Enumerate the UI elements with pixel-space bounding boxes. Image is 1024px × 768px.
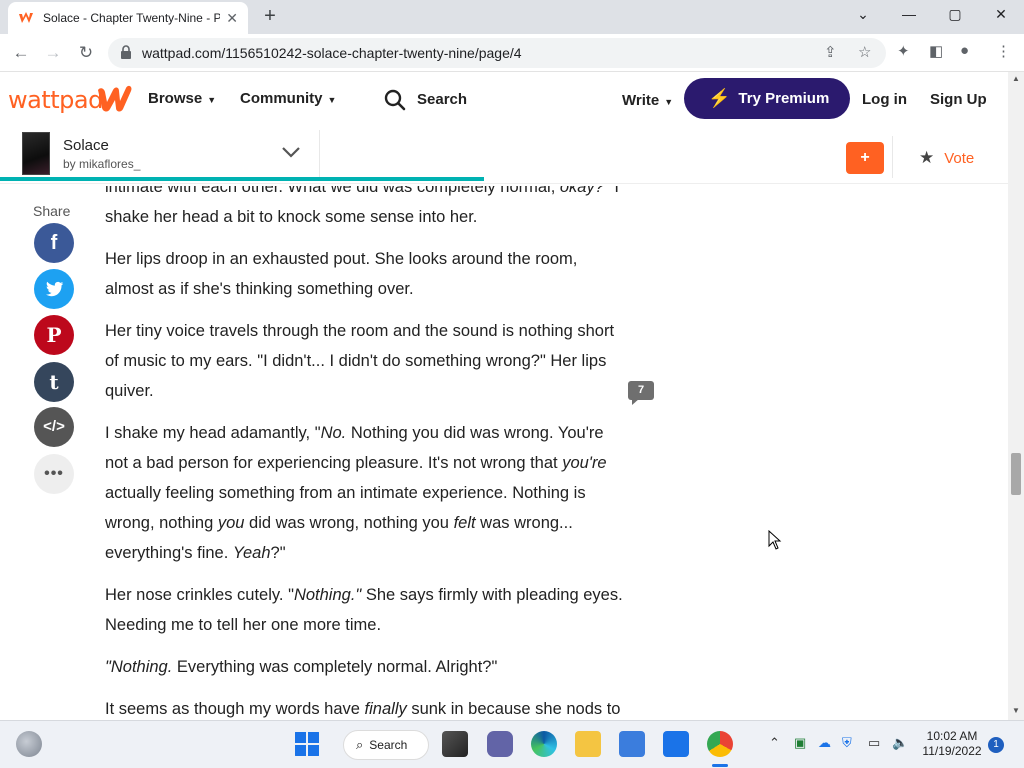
story-title[interactable]: Solace — [63, 137, 109, 154]
maximize-button[interactable]: ▢ — [932, 0, 978, 30]
tray-chevron-up-icon[interactable]: ⌃ — [769, 735, 780, 751]
chevron-down-icon: ▼ — [664, 97, 674, 107]
browser-tabstrip: Solace - Chapter Twenty-Nine - P ✕ + ⌄ —… — [0, 0, 1024, 34]
notification-badge[interactable]: 1 — [988, 737, 1004, 753]
reload-icon[interactable]: ↻ — [73, 40, 99, 66]
browse-menu[interactable]: Browse ▼ — [148, 90, 216, 107]
story-cover-image[interactable] — [22, 132, 50, 175]
chevron-down-icon[interactable] — [281, 145, 301, 159]
browser-tab[interactable]: Solace - Chapter Twenty-Nine - P ✕ — [8, 2, 248, 34]
chapter-text: intimate with each other. What we did wa… — [105, 186, 630, 720]
vote-button[interactable]: ★ Vote — [919, 148, 974, 168]
scrollbar-thumb[interactable] — [1011, 453, 1021, 495]
microsoft-store-icon[interactable] — [619, 731, 645, 757]
chevron-down-icon: ▼ — [207, 95, 217, 105]
tab-close-icon[interactable]: ✕ — [226, 10, 238, 27]
browser-toolbar: ← → ↻ wattpad.com/1156510242-solace-chap… — [0, 34, 1024, 72]
reading-progress-bar — [0, 177, 484, 181]
paragraph: I shake my head adamantly, "No. Nothing … — [105, 424, 607, 562]
tab-search-button[interactable]: ⌄ — [840, 0, 886, 30]
taskbar-search-box[interactable]: ⌕ Search — [343, 730, 429, 760]
lock-icon — [121, 45, 131, 59]
back-arrow-icon[interactable]: ← — [8, 40, 34, 66]
login-link[interactable]: Log in — [862, 91, 907, 108]
url-text[interactable]: wattpad.com/1156510242-solace-chapter-tw… — [142, 45, 522, 61]
clock-date: 11/19/2022 — [922, 744, 982, 758]
chevron-down-icon: ▼ — [327, 95, 337, 105]
try-premium-button[interactable]: ⚡ Try Premium — [684, 78, 850, 119]
network-icon[interactable]: ▭ — [868, 735, 880, 751]
site-header: wattpad Browse ▼ Community ▼ Search Write ▼… — [0, 72, 1008, 128]
vote-label: Vote — [944, 149, 975, 167]
forward-arrow-icon[interactable]: → — [40, 40, 66, 66]
community-label: Community — [240, 90, 323, 107]
file-explorer-icon[interactable] — [575, 731, 601, 757]
active-app-indicator — [712, 764, 728, 767]
story-info-bar: Solace by mikaflores_ + ★ Vote — [0, 130, 1008, 184]
share-label: Share — [33, 203, 71, 219]
chrome-icon[interactable] — [707, 731, 733, 757]
onedrive-cloud-icon[interactable]: ☁ — [818, 735, 831, 751]
search-icon[interactable] — [384, 89, 406, 111]
wattpad-w-logo-icon[interactable] — [96, 82, 134, 114]
lightning-bolt-icon: ⚡ — [708, 88, 731, 108]
taskbar-clock[interactable]: 10:02 AM 11/19/2022 — [920, 729, 984, 759]
story-author[interactable]: by mikaflores_ — [63, 157, 140, 171]
twitter-share-icon[interactable] — [34, 269, 74, 309]
windows-taskbar: ⌕ Search ⌃ ▣ ☁ ⛨ ▭ 🔈 10:02 AM 11/19/2022 1 — [0, 720, 1024, 768]
taskbar-search-label: Search — [369, 738, 408, 752]
mail-icon[interactable] — [663, 731, 689, 757]
teams-chat-icon[interactable] — [487, 731, 513, 757]
mouse-cursor-icon — [768, 530, 782, 550]
divider — [319, 130, 320, 180]
write-menu[interactable]: Write ▼ — [622, 92, 673, 109]
wattpad-logo[interactable]: wattpad — [8, 86, 103, 114]
side-panel-icon[interactable]: ◧ — [929, 42, 943, 60]
address-bar[interactable]: wattpad.com/1156510242-solace-chapter-tw… — [108, 38, 886, 68]
clock-time: 10:02 AM — [926, 729, 978, 743]
star-icon: ★ — [919, 148, 935, 167]
edge-browser-icon[interactable] — [531, 731, 557, 757]
page-scrollbar[interactable]: ▲ ▼ — [1008, 72, 1024, 720]
window-close-button[interactable]: ✕ — [978, 0, 1024, 30]
widgets-icon[interactable] — [16, 731, 42, 757]
embed-code-icon[interactable]: </> — [34, 407, 74, 447]
inline-comment-count-button[interactable]: 7 — [628, 381, 654, 405]
tray-app-icon[interactable]: ▣ — [794, 735, 806, 751]
extensions-puzzle-icon[interactable]: ✦ — [897, 42, 910, 60]
browse-label: Browse — [148, 90, 203, 107]
paragraph: intimate with each other. What we did wa… — [105, 186, 619, 226]
add-to-library-button[interactable]: + — [846, 142, 884, 174]
tumblr-share-icon[interactable]: t — [34, 362, 74, 402]
security-shield-icon[interactable]: ⛨ — [842, 735, 852, 751]
wattpad-favicon-icon — [19, 12, 33, 23]
search-icon: ⌕ — [356, 737, 364, 752]
community-menu[interactable]: Community ▼ — [240, 90, 336, 107]
divider — [892, 136, 893, 178]
profile-avatar-icon[interactable]: ● — [960, 42, 969, 59]
signup-link[interactable]: Sign Up — [930, 91, 987, 108]
bookmark-star-icon[interactable]: ☆ — [858, 43, 871, 61]
new-tab-button[interactable]: + — [258, 4, 282, 28]
share-page-icon[interactable]: ⇪ — [824, 43, 837, 61]
task-view-icon[interactable] — [442, 731, 468, 757]
paragraph: Her lips droop in an exhausted pout. She… — [105, 250, 578, 298]
pinterest-share-icon[interactable]: P — [34, 315, 74, 355]
volume-icon[interactable]: 🔈 — [892, 735, 908, 751]
paragraph: Her nose crinkles cutely. "Nothing." She… — [105, 586, 623, 634]
paragraph: Her tiny voice travels through the room … — [105, 322, 615, 400]
browser-menu-icon[interactable]: ⋮ — [996, 42, 1011, 60]
paragraph: "Nothing. Everything was completely norm… — [105, 658, 498, 676]
tab-title: Solace - Chapter Twenty-Nine - P — [43, 11, 221, 25]
paragraph: It seems as though my words have finally… — [105, 700, 621, 718]
search-button[interactable]: Search — [417, 91, 467, 108]
scroll-down-icon[interactable]: ▼ — [1008, 704, 1024, 718]
write-label: Write — [622, 92, 660, 109]
premium-label: Try Premium — [738, 90, 830, 107]
more-options-icon[interactable]: ••• — [34, 454, 74, 494]
facebook-share-icon[interactable]: f — [34, 223, 74, 263]
start-windows-icon[interactable] — [294, 731, 320, 757]
scroll-up-icon[interactable]: ▲ — [1008, 72, 1024, 86]
minimize-button[interactable]: — — [886, 0, 932, 30]
